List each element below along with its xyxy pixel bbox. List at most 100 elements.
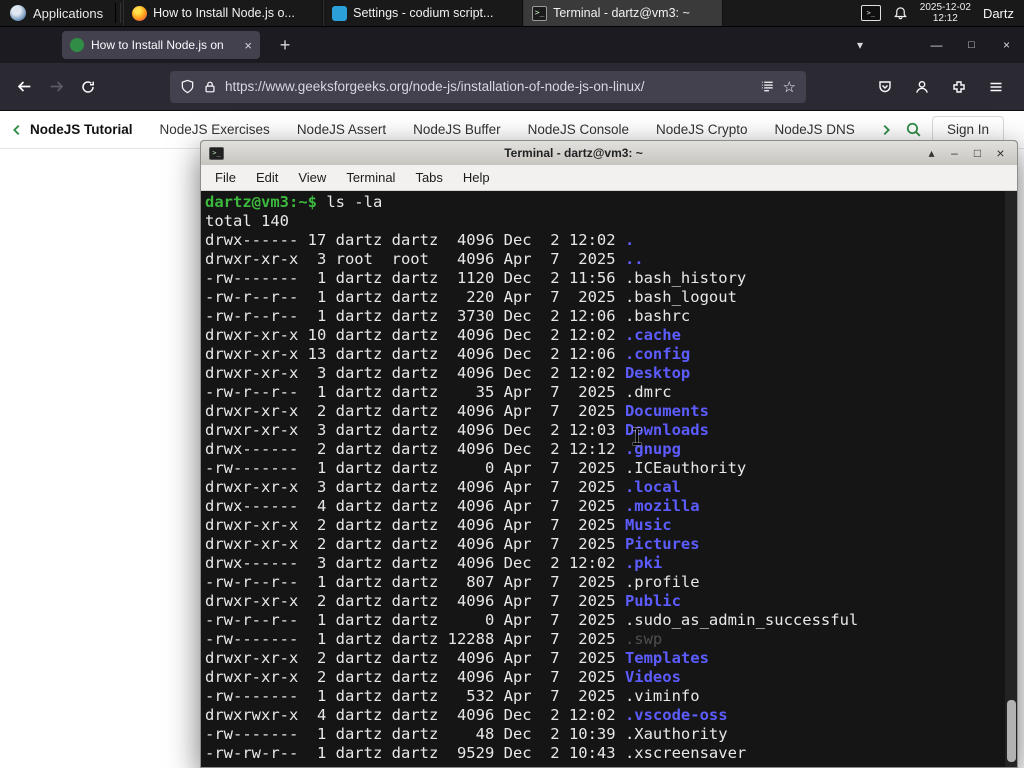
- taskbar-window-title: Settings - codium script...: [353, 6, 494, 20]
- terminal-listing-line: drwxr-xr-x 3 dartz dartz 4096 Dec 2 12:0…: [205, 364, 691, 382]
- clock-date: 2025-12-02: [919, 2, 971, 13]
- browser-tab[interactable]: How to Install Node.js on ×: [62, 31, 260, 59]
- notifications-bell-icon[interactable]: [893, 6, 908, 21]
- site-nav-item[interactable]: NodeJS Console: [528, 122, 629, 137]
- connection-lock-icon[interactable]: [203, 80, 217, 94]
- terminal-window-title: Terminal - dartz@vm3: ~: [504, 146, 643, 160]
- browser-maximize-button[interactable]: □: [954, 39, 989, 51]
- site-search-icon[interactable]: [905, 121, 922, 138]
- terminal-listing-line: drwxr-xr-x 10 dartz dartz 4096 Dec 2 12:…: [205, 326, 681, 344]
- site-nav-item[interactable]: NodeJS Assert: [297, 122, 386, 137]
- terminal-listing-line: -rw-r--r-- 1 dartz dartz 0 Apr 7 2025 .s…: [205, 611, 859, 629]
- terminal-listing-line: drwxrwxr-x 4 dartz dartz 4096 Dec 2 12:0…: [205, 706, 728, 724]
- terminal-content[interactable]: dartz@vm3:~$ ls -la total 140 drwx------ 1…: [201, 191, 1017, 767]
- taskbar: How to Install Node.js o... Settings - co…: [123, 0, 724, 26]
- reload-button[interactable]: [72, 71, 104, 103]
- menu-hamburger-icon[interactable]: [980, 71, 1012, 103]
- site-nav-item[interactable]: NodeJS Tutorial: [30, 122, 133, 137]
- terminal-listing-line: -rw-r--r-- 1 dartz dartz 220 Apr 7 2025 …: [205, 288, 737, 306]
- terminal-shade-button[interactable]: ▴: [923, 146, 940, 160]
- tracking-protection-shield-icon[interactable]: [180, 79, 195, 94]
- terminal-close-button[interactable]: ×: [992, 145, 1009, 161]
- terminal-listing-line: drwx------ 2 dartz dartz 4096 Dec 2 12:1…: [205, 440, 681, 458]
- url-bar[interactable]: https://www.geeksforgeeks.org/node-js/in…: [170, 70, 806, 103]
- terminal-minimize-button[interactable]: –: [946, 146, 963, 160]
- window-controls: ▾ — □ ×: [845, 38, 1024, 52]
- codium-icon: [332, 5, 348, 21]
- browser-navigation-bar: https://www.geeksforgeeks.org/node-js/in…: [0, 63, 1024, 111]
- bookmark-star-icon[interactable]: ☆: [783, 78, 796, 96]
- terminal-menu-file[interactable]: File: [205, 170, 246, 185]
- terminal-listing-line: drwx------ 3 dartz dartz 4096 Dec 2 12:0…: [205, 554, 663, 572]
- site-nav-item[interactable]: NodeJS DNS: [775, 122, 855, 137]
- terminal-menu-help[interactable]: Help: [453, 170, 500, 185]
- account-icon[interactable]: [906, 71, 938, 103]
- url-text[interactable]: https://www.geeksforgeeks.org/node-js/in…: [225, 79, 752, 94]
- terminal-window-icon: >_: [209, 146, 224, 160]
- pocket-icon[interactable]: [869, 71, 901, 103]
- terminal-listing-line: drwxr-xr-x 2 dartz dartz 4096 Apr 7 2025…: [205, 649, 709, 667]
- extensions-icon[interactable]: [943, 71, 975, 103]
- terminal-title-bar[interactable]: >_ Terminal - dartz@vm3: ~ ▴ – □ ×: [201, 141, 1017, 165]
- taskbar-window-codium[interactable]: Settings - codium script...: [323, 0, 524, 26]
- list-all-tabs-icon[interactable]: ▾: [845, 38, 875, 52]
- site-nav-item[interactable]: NodeJS Exercises: [160, 122, 270, 137]
- firefox-icon: [132, 5, 148, 21]
- browser-close-button[interactable]: ×: [989, 38, 1024, 52]
- terminal-listing-line: drwxr-xr-x 2 dartz dartz 4096 Apr 7 2025…: [205, 668, 681, 686]
- terminal-listing-line: drwxr-xr-x 2 dartz dartz 4096 Apr 7 2025…: [205, 535, 700, 553]
- terminal-listing-line: drwxr-xr-x 2 dartz dartz 4096 Apr 7 2025…: [205, 592, 681, 610]
- terminal-window: >_ Terminal - dartz@vm3: ~ ▴ – □ × File E…: [200, 140, 1018, 768]
- taskbar-window-firefox[interactable]: How to Install Node.js o...: [123, 0, 324, 26]
- terminal-listing-line: -rw------- 1 dartz dartz 1120 Dec 2 11:5…: [205, 269, 747, 287]
- user-menu[interactable]: Dartz: [983, 6, 1016, 21]
- applications-label: Applications: [33, 5, 104, 21]
- browser-minimize-button[interactable]: —: [919, 38, 954, 52]
- terminal-listing-line: -rw-rw-r-- 1 dartz dartz 9529 Dec 2 10:4…: [205, 744, 747, 762]
- terminal-menu-bar: File Edit View Terminal Tabs Help: [201, 165, 1017, 191]
- site-favicon: [70, 38, 84, 52]
- back-button[interactable]: [8, 71, 40, 103]
- desktop-panel: Applications How to Install Node.js o...…: [0, 0, 1024, 27]
- site-nav-forward-icon[interactable]: [879, 123, 893, 137]
- terminal-menu-terminal[interactable]: Terminal: [336, 170, 405, 185]
- terminal-listing-line: drwxr-xr-x 3 dartz dartz 4096 Dec 2 12:0…: [205, 421, 709, 439]
- tray-terminal-icon[interactable]: >_: [860, 5, 881, 21]
- site-nav-item[interactable]: NodeJS Buffer: [413, 122, 501, 137]
- clock[interactable]: 2025-12-02 12:12: [920, 2, 971, 24]
- terminal-prompt-line: dartz@vm3:~$ ls -la: [205, 193, 383, 211]
- terminal-listing-line: drwxr-xr-x 13 dartz dartz 4096 Dec 2 12:…: [205, 345, 691, 363]
- taskbar-window-terminal[interactable]: >_ Terminal - dartz@vm3: ~: [523, 0, 724, 26]
- terminal-listing-line: drwx------ 4 dartz dartz 4096 Apr 7 2025…: [205, 497, 700, 515]
- terminal-output: dartz@vm3:~$ ls -la total 140 drwx------ 1…: [205, 193, 1003, 763]
- terminal-menu-tabs[interactable]: Tabs: [405, 170, 452, 185]
- sign-in-button[interactable]: Sign In: [931, 116, 1004, 143]
- terminal-listing-line: -rw-r--r-- 1 dartz dartz 35 Apr 7 2025 .…: [205, 383, 672, 401]
- terminal-menu-view[interactable]: View: [288, 170, 336, 185]
- site-nav-items: NodeJS Tutorial NodeJS Exercises NodeJS As…: [30, 121, 879, 139]
- mouse-cursor-ibeam: [633, 428, 641, 445]
- taskbar-window-title: Terminal - dartz@vm3: ~: [553, 6, 690, 20]
- terminal-listing-line: drwxr-xr-x 3 dartz dartz 4096 Apr 7 2025…: [205, 478, 681, 496]
- terminal-scrollbar-thumb[interactable]: [1006, 700, 1016, 762]
- toolbar-icons: [869, 71, 1016, 103]
- site-nav-back-icon[interactable]: [10, 123, 24, 137]
- tab-close-icon[interactable]: ×: [244, 38, 252, 53]
- taskbar-window-title: How to Install Node.js o...: [153, 6, 295, 20]
- forward-button[interactable]: [40, 71, 72, 103]
- clock-time: 12:12: [932, 13, 958, 24]
- site-nav-item[interactable]: NodeJS Crypto: [656, 122, 748, 137]
- new-tab-button[interactable]: +: [272, 35, 298, 56]
- applications-icon: [10, 5, 26, 21]
- applications-menu-button[interactable]: Applications: [0, 0, 113, 26]
- terminal-listing-line: drwxr-xr-x 3 root root 4096 Apr 7 2025 .…: [205, 250, 644, 268]
- terminal-scrollbar[interactable]: [1005, 191, 1017, 767]
- reader-view-icon[interactable]: [760, 79, 775, 94]
- terminal-maximize-button[interactable]: □: [969, 146, 986, 160]
- terminal-listing-line: -rw------- 1 dartz dartz 12288 Apr 7 202…: [205, 630, 663, 648]
- terminal-listing-line: drwx------ 17 dartz dartz 4096 Dec 2 12:…: [205, 231, 635, 249]
- browser-tab-bar: How to Install Node.js on × + ▾ — □ ×: [0, 27, 1024, 63]
- terminal-listing-line: -rw-r--r-- 1 dartz dartz 807 Apr 7 2025 …: [205, 573, 700, 591]
- terminal-menu-edit[interactable]: Edit: [246, 170, 288, 185]
- panel-separator: [115, 3, 122, 23]
